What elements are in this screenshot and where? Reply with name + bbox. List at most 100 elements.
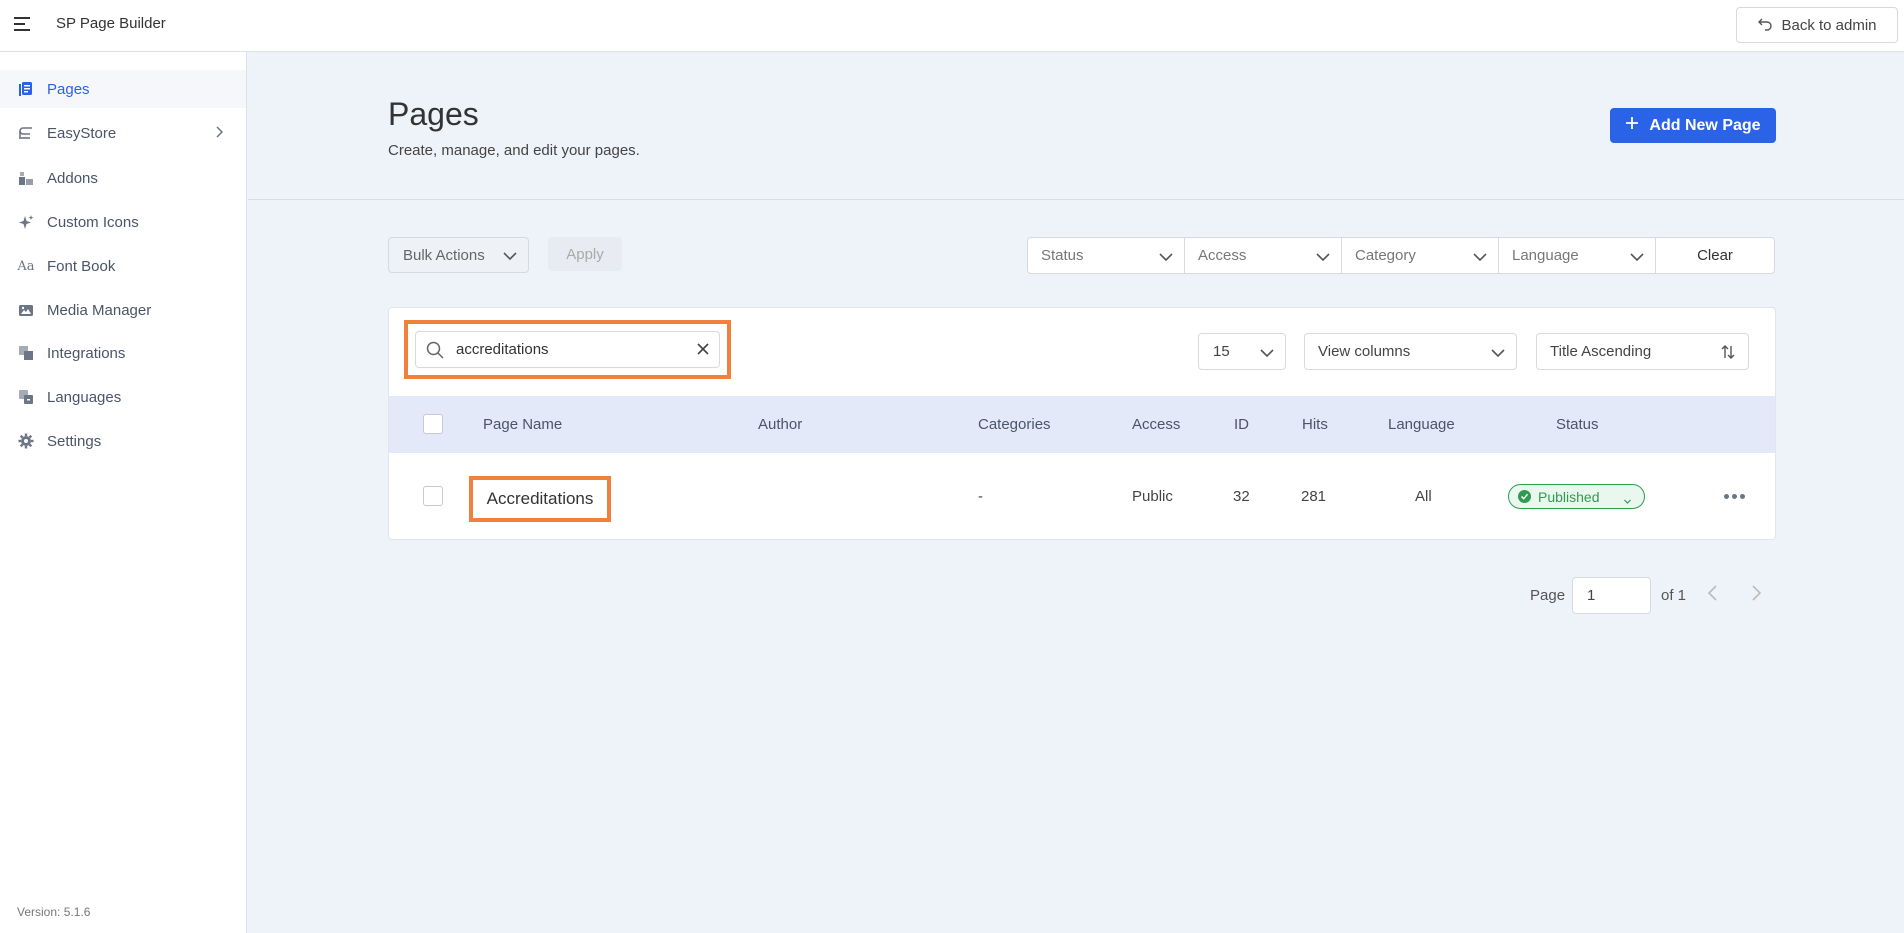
view-columns-select[interactable]: View columns [1304, 333, 1517, 370]
sidebar-item-font-book[interactable]: Aa Font Book [0, 247, 246, 285]
status-filter-label: Status [1041, 247, 1084, 264]
sidebar-item-settings[interactable]: Settings [0, 422, 246, 460]
per-page-select[interactable]: 15 [1198, 333, 1286, 370]
view-columns-label: View columns [1318, 343, 1411, 360]
sidebar-item-addons[interactable]: Addons [0, 159, 246, 197]
sort-select[interactable]: Title Ascending [1536, 333, 1749, 370]
sidebar-item-label: Addons [47, 169, 98, 187]
page-header: Pages Create, manage, and edit your page… [248, 52, 1904, 200]
page-name-link[interactable]: Accreditations [487, 489, 594, 509]
sidebar-item-languages[interactable]: Languages [0, 378, 246, 416]
back-arrow-icon [1757, 15, 1773, 35]
hits-cell: 281 [1301, 488, 1327, 505]
menu-icon[interactable] [13, 15, 33, 33]
clear-filters-button[interactable]: Clear [1656, 238, 1774, 273]
filter-group: Status Access Category Language Clear [1027, 237, 1775, 274]
chevron-down-icon [1158, 249, 1174, 269]
addons-icon [17, 169, 35, 187]
chevron-right-icon [214, 125, 224, 143]
search-icon [426, 341, 444, 364]
status-label: Published [1538, 488, 1600, 505]
column-header-categories[interactable]: Categories [978, 396, 1051, 453]
id-cell: 32 [1233, 488, 1250, 505]
previous-page-button[interactable] [1695, 577, 1731, 614]
more-options-icon[interactable] [1724, 491, 1746, 501]
bulk-actions-label: Bulk Actions [403, 246, 485, 264]
status-badge[interactable]: Published [1508, 484, 1645, 509]
search-highlight [404, 320, 731, 379]
table-row: Accreditations - Public 32 281 All Publi… [389, 453, 1775, 540]
sidebar-item-custom-icons[interactable]: Custom Icons [0, 203, 246, 241]
chevron-down-icon [1623, 493, 1632, 509]
sidebar-item-label: Font Book [47, 257, 116, 275]
gear-icon [17, 432, 35, 450]
sidebar-item-media-manager[interactable]: Media Manager [0, 291, 246, 329]
column-header-id[interactable]: ID [1234, 396, 1249, 453]
category-filter-label: Category [1355, 247, 1416, 264]
sidebar-item-label: Settings [47, 432, 102, 450]
language-filter[interactable]: Language [1499, 238, 1656, 273]
chevron-right-icon [1750, 584, 1762, 607]
sidebar-item-integrations[interactable]: Integrations [0, 334, 246, 372]
column-header-status[interactable]: Status [1556, 396, 1599, 453]
access-filter-label: Access [1198, 247, 1247, 264]
status-filter[interactable]: Status [1028, 238, 1185, 273]
add-new-page-label: Add New Page [1649, 116, 1761, 134]
version-label: Version: 5.1.6 [17, 905, 91, 919]
language-cell: All [1415, 488, 1432, 505]
sidebar-item-label: Integrations [47, 344, 126, 362]
search-box [415, 331, 720, 368]
add-new-page-button[interactable]: Add New Page [1610, 108, 1776, 143]
easystore-icon [17, 124, 35, 142]
pages-icon [17, 80, 35, 98]
bulk-actions-select[interactable]: Bulk Actions [388, 237, 529, 273]
page-title: Pages [388, 96, 479, 132]
select-all-checkbox[interactable] [423, 414, 443, 434]
plus-icon [1625, 116, 1639, 135]
page-subtitle: Create, manage, and edit your pages. [388, 142, 640, 159]
chevron-down-icon [502, 248, 518, 268]
per-page-value: 15 [1213, 343, 1230, 360]
language-filter-label: Language [1512, 247, 1579, 264]
sidebar-item-pages[interactable]: Pages [0, 70, 246, 108]
font-icon: Aa [17, 258, 35, 274]
column-header-access[interactable]: Access [1132, 396, 1180, 453]
access-filter[interactable]: Access [1185, 238, 1342, 273]
categories-cell: - [978, 488, 983, 505]
sidebar-item-label: EasyStore [47, 124, 117, 142]
app-title: SP Page Builder [56, 15, 166, 32]
sidebar: Pages EasyStore Addons Custom Icons Aa F… [0, 52, 247, 933]
access-cell: Public [1132, 488, 1173, 505]
column-header-page-name[interactable]: Page Name [483, 396, 562, 453]
sort-label: Title Ascending [1550, 343, 1652, 360]
chevron-down-icon [1259, 345, 1275, 365]
chevron-down-icon [1315, 249, 1331, 269]
sidebar-item-label: Languages [47, 388, 122, 406]
column-header-hits[interactable]: Hits [1302, 396, 1328, 453]
next-page-button[interactable] [1738, 577, 1774, 614]
sidebar-item-label: Custom Icons [47, 213, 139, 231]
media-icon [17, 301, 35, 319]
back-to-admin-label: Back to admin [1781, 16, 1877, 34]
page-number-input[interactable] [1572, 577, 1651, 614]
close-icon[interactable] [695, 341, 711, 362]
page-total-label: of 1 [1661, 587, 1687, 604]
column-header-language[interactable]: Language [1388, 396, 1455, 453]
table-header: Page Name Author Categories Access ID Hi… [389, 396, 1775, 453]
languages-icon [17, 388, 35, 406]
column-header-author[interactable]: Author [758, 396, 802, 453]
chevron-down-icon [1490, 345, 1506, 365]
back-to-admin-button[interactable]: Back to admin [1736, 7, 1898, 43]
chevron-down-icon [1629, 249, 1645, 269]
row-checkbox[interactable] [423, 486, 443, 506]
sidebar-item-label: Media Manager [47, 301, 152, 319]
top-bar: SP Page Builder Back to admin [0, 0, 1904, 52]
page-name-highlight: Accreditations [469, 476, 611, 522]
search-input[interactable] [456, 332, 676, 367]
chevron-down-icon [1472, 249, 1488, 269]
sparkle-icon [17, 213, 35, 231]
apply-button[interactable]: Apply [548, 237, 622, 271]
sidebar-item-easystore[interactable]: EasyStore [0, 114, 246, 152]
sidebar-item-label: Pages [47, 80, 90, 98]
category-filter[interactable]: Category [1342, 238, 1499, 273]
